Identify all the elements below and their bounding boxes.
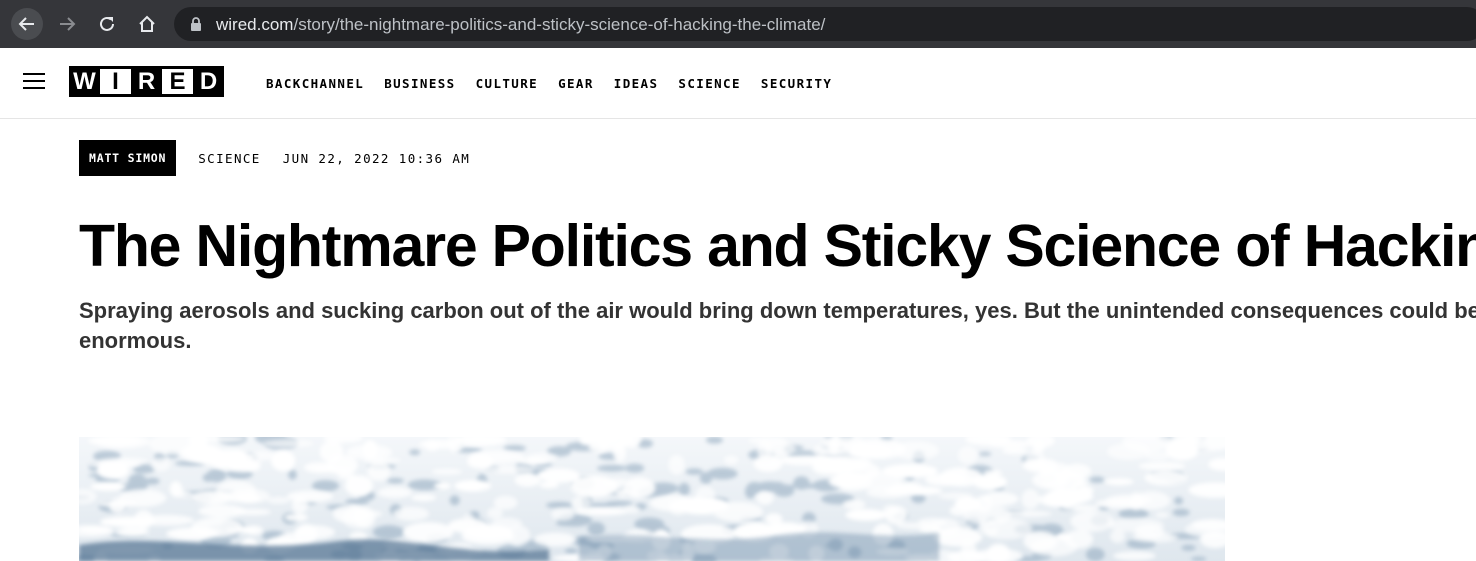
nav-item-gear[interactable]: GEAR	[558, 76, 594, 91]
logo-letter: I	[100, 66, 131, 97]
nav-item-ideas[interactable]: IDEAS	[614, 76, 659, 91]
home-button[interactable]	[131, 8, 163, 40]
menu-icon[interactable]	[23, 73, 45, 91]
forward-button[interactable]	[51, 8, 83, 40]
primary-nav: BACKCHANNEL BUSINESS CULTURE GEAR IDEAS …	[266, 76, 852, 91]
logo-letter: W	[69, 66, 100, 97]
nav-item-security[interactable]: SECURITY	[761, 76, 832, 91]
nav-item-culture[interactable]: CULTURE	[476, 76, 538, 91]
nav-item-business[interactable]: BUSINESS	[384, 76, 455, 91]
address-bar[interactable]: wired.com/story/the-nightmare-politics-a…	[174, 7, 1476, 41]
site-header: W I R E D BACKCHANNEL BUSINESS CULTURE G…	[0, 48, 1476, 119]
clouds-illustration	[79, 437, 1225, 561]
page-viewport: wired.com/story/the-nightmare-politics-a…	[0, 0, 1476, 561]
reload-button[interactable]	[91, 8, 123, 40]
logo-letter: D	[193, 66, 224, 97]
back-arrow-icon	[18, 17, 34, 31]
nav-item-science[interactable]: SCIENCE	[678, 76, 740, 91]
logo-letter: E	[162, 66, 193, 97]
browser-toolbar: wired.com/story/the-nightmare-politics-a…	[0, 0, 1476, 48]
author-link[interactable]: MATT SIMON	[79, 140, 177, 176]
back-button[interactable]	[11, 8, 43, 40]
article-dek: Spraying aerosols and sucking carbon out…	[79, 298, 1476, 353]
logo-letter: R	[131, 66, 162, 97]
hero-image-clouds	[79, 437, 1225, 561]
home-icon	[139, 15, 155, 32]
byline-row: MATT SIMON SCIENCE JUN 22, 2022 10:36 AM	[79, 140, 470, 176]
publish-date: JUN 22, 2022 10:36 AM	[282, 150, 471, 166]
reload-icon	[100, 16, 114, 31]
url-path: /story/the-nightmare-politics-and-sticky…	[293, 15, 826, 34]
nav-item-backchannel[interactable]: BACKCHANNEL	[266, 76, 364, 91]
rubric-link[interactable]: SCIENCE	[198, 151, 260, 166]
lock-icon	[191, 17, 201, 31]
url-host: wired.com	[216, 15, 294, 34]
wired-logo[interactable]: W I R E D	[69, 66, 224, 97]
article-headline: The Nightmare Politics and Sticky Scienc…	[79, 213, 1476, 279]
url-text: wired.com/story/the-nightmare-politics-a…	[216, 15, 825, 35]
forward-arrow-icon	[60, 17, 76, 31]
